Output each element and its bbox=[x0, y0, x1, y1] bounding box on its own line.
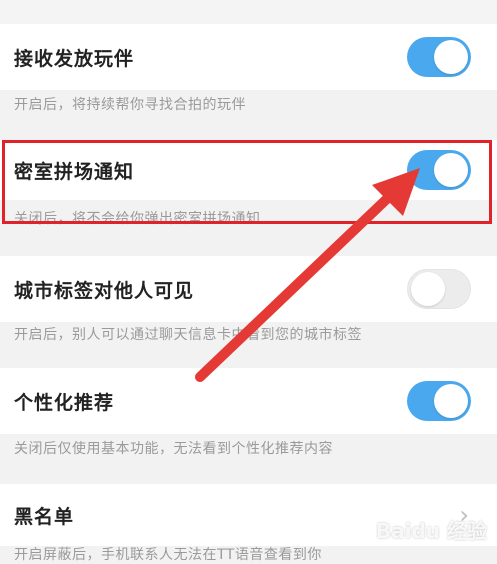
setting-label: 黑名单 bbox=[14, 505, 75, 528]
setting-row-personalized-recommend: 个性化推荐 bbox=[0, 368, 497, 434]
toggle-switch[interactable] bbox=[407, 381, 471, 421]
watermark: Baidu 经验 bbox=[375, 519, 487, 543]
toggle-knob bbox=[434, 153, 468, 187]
setting-label: 城市标签对他人可见 bbox=[14, 279, 195, 302]
setting-row-city-tag-visible: 城市标签对他人可见 bbox=[0, 256, 497, 322]
toggle-knob bbox=[434, 384, 468, 418]
toggle-knob bbox=[434, 40, 468, 74]
top-strip bbox=[0, 0, 497, 24]
toggle-knob bbox=[411, 272, 445, 306]
toggle-switch[interactable] bbox=[407, 269, 471, 309]
setting-desc: 开启后，将持续帮你寻找合拍的玩伴 bbox=[14, 97, 246, 113]
setting-desc: 关闭后仅使用基本功能，无法看到个性化推荐内容 bbox=[14, 441, 333, 457]
setting-desc: 开启后，别人可以通过聊天信息卡中看到您的城市标签 bbox=[14, 327, 362, 343]
setting-label: 密室拼场通知 bbox=[14, 160, 135, 183]
toggle-switch[interactable] bbox=[407, 37, 471, 77]
setting-row-receive-playmate: 接收发放玩伴 bbox=[0, 24, 497, 90]
setting-desc: 关闭后，将不会给你弹出密室拼场通知 bbox=[14, 211, 261, 227]
toggle-switch[interactable] bbox=[407, 150, 471, 190]
setting-row-escape-room-notice: 密室拼场通知 bbox=[0, 140, 497, 200]
setting-label: 接收发放玩伴 bbox=[14, 47, 135, 70]
setting-label: 个性化推荐 bbox=[14, 391, 115, 414]
setting-desc: 开启屏蔽后，手机联系人无法在TT语音查看到你 bbox=[14, 547, 322, 563]
